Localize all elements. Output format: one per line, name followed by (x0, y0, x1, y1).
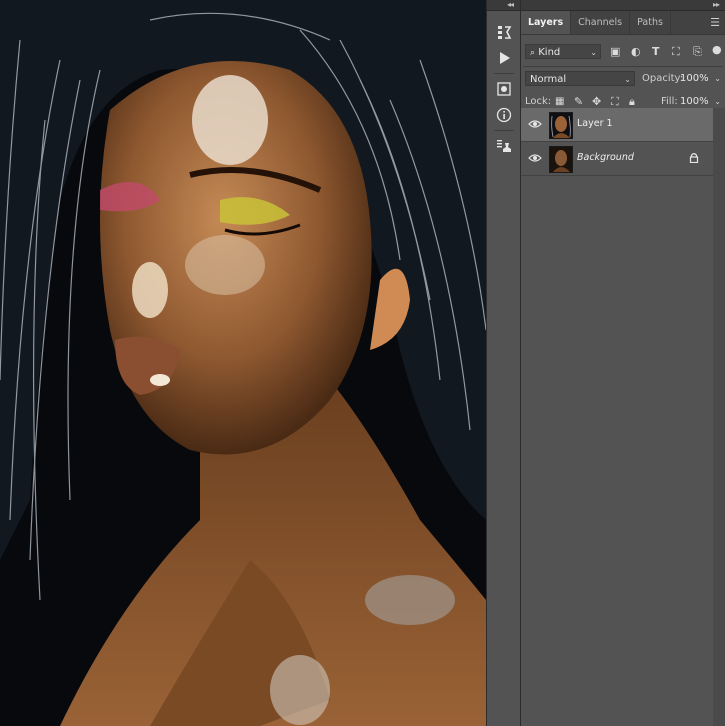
filter-kind-label: Kind (538, 47, 561, 58)
layers-list: Layer 1 Background (521, 108, 713, 176)
info-button[interactable] (487, 102, 520, 128)
layer-thumbnail (549, 112, 573, 139)
layers-scrollbar[interactable] (713, 108, 725, 726)
eye-icon[interactable] (528, 117, 542, 131)
layer-row-layer-1[interactable]: Layer 1 (521, 108, 713, 142)
fill-label: Fill: (661, 96, 678, 107)
opacity-field[interactable]: 100% ⌄ (677, 71, 723, 86)
panel-tabs: Layers Channels Paths ☰ (521, 11, 725, 35)
blend-mode-dropdown[interactable]: Normal ⌄ (525, 71, 635, 86)
chevron-down-icon: ⌄ (714, 74, 721, 83)
blend-row: Normal ⌄ Opacity: 100% ⌄ (521, 67, 725, 90)
shape-filter-icon[interactable]: ⛶ (672, 44, 680, 59)
type-filter-icon[interactable]: T (652, 44, 660, 59)
document-canvas[interactable] (0, 0, 486, 726)
info-icon (496, 107, 511, 123)
chevron-down-icon: ⌄ (714, 97, 721, 106)
lock-label: Lock: (525, 96, 552, 107)
tab-channels[interactable]: Channels (571, 11, 631, 34)
panel-dock-strip: ◂◂ (487, 0, 520, 726)
lock-transparent-icon[interactable]: ▦ (555, 94, 564, 109)
lock-icon (689, 153, 699, 163)
pixel-filter-icon[interactable]: ▣ (610, 44, 620, 59)
smart-object-filter-icon[interactable]: ⎘ (693, 44, 702, 59)
tool-separator (493, 130, 514, 131)
layers-panel: ▸▸ Layers Channels Paths ☰ ⌕ Kind ⌄ ▣ ◐ … (521, 0, 725, 726)
dock-header: ◂◂ (487, 0, 520, 11)
filter-kind-dropdown[interactable]: ⌕ Kind ⌄ (525, 44, 601, 59)
expand-panel-icon[interactable]: ▸▸ (713, 0, 720, 10)
layer-name[interactable]: Layer 1 (577, 118, 613, 129)
chevron-down-icon: ⌄ (590, 48, 597, 57)
layer-row-background[interactable]: Background (521, 142, 713, 176)
fill-field[interactable]: 100% ⌄ (677, 94, 723, 109)
opacity-value: 100% (680, 73, 709, 84)
filter-row: ⌕ Kind ⌄ ▣ ◐ T ⛶ ⎘ ● (521, 40, 725, 63)
filter-toggle-icon[interactable]: ● (712, 42, 722, 57)
adjustments-button[interactable] (487, 76, 520, 102)
collapse-dock-icon[interactable]: ◂◂ (507, 0, 514, 10)
tab-paths[interactable]: Paths (630, 11, 671, 34)
actions-button[interactable] (487, 45, 520, 71)
lock-all-icon[interactable]: 🔒︎ (629, 94, 635, 109)
panel-header: ▸▸ (521, 0, 725, 11)
lock-position-move-icon[interactable]: ✥ (592, 94, 601, 109)
layer-name[interactable]: Background (577, 152, 634, 163)
layer-thumbnail (549, 146, 573, 173)
adjustments-icon (496, 82, 511, 96)
adjustment-filter-icon[interactable]: ◐ (631, 44, 641, 59)
lock-artboard-icon[interactable]: ⛶ (611, 94, 619, 109)
panel-menu-icon[interactable]: ☰ (710, 16, 720, 29)
tab-layers[interactable]: Layers (521, 11, 572, 34)
clone-source-button[interactable] (487, 133, 520, 159)
fill-value: 100% (680, 96, 709, 107)
history-icon (497, 26, 511, 39)
tool-separator (493, 73, 514, 74)
artwork-image (0, 0, 486, 726)
search-icon: ⌕ (530, 48, 536, 58)
eye-icon[interactable] (528, 151, 542, 165)
play-action-icon (499, 52, 510, 64)
chevron-down-icon: ⌄ (624, 75, 631, 84)
lock-paint-brush-icon[interactable]: ✎ (574, 94, 583, 109)
clone-source-icon (496, 140, 511, 152)
blend-mode-value: Normal (530, 74, 567, 85)
history-button[interactable] (487, 19, 520, 45)
